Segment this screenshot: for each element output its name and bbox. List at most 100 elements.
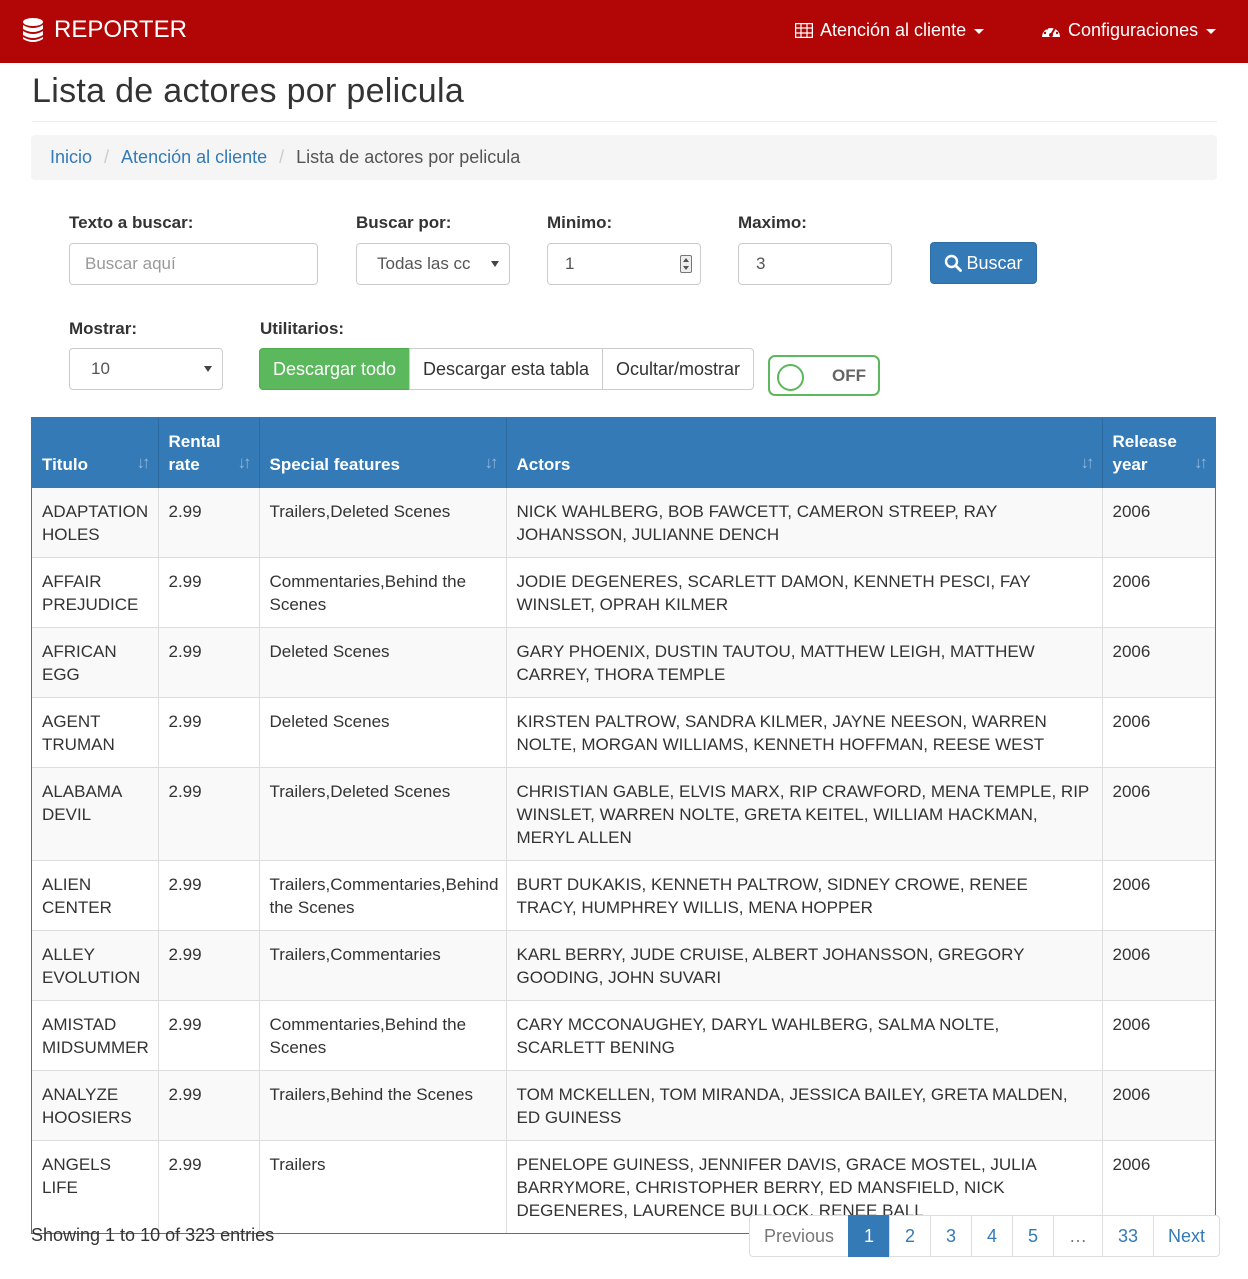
column-header-titulo[interactable]: Titulo ↓↑ [32, 418, 159, 488]
column-header-label: Actors [516, 455, 571, 474]
table-info: Showing 1 to 10 of 323 entries [31, 1225, 275, 1245]
breadcrumb: Inicio / Atención al cliente / Lista de … [31, 135, 1217, 180]
cell-actors: GARY PHOENIX, DUSTIN TAUTOU, MATTHEW LEI… [506, 627, 1103, 698]
max-input[interactable]: 3 [738, 243, 892, 285]
cell-title: ALABAMA DEVIL [32, 767, 159, 861]
cell-rental: 2.99 [158, 488, 260, 558]
search-button[interactable]: Buscar [930, 242, 1037, 284]
cell-title: AGENT TRUMAN [32, 697, 159, 768]
breadcrumb-atencion[interactable]: Atención al cliente [121, 147, 267, 168]
cell-features: Trailers,Behind the Scenes [259, 1070, 507, 1141]
column-header-release-year[interactable]: Release year ↓↑ [1102, 418, 1215, 488]
cell-year: 2006 [1102, 697, 1215, 768]
cell-year: 2006 [1102, 488, 1215, 558]
cell-title: ANALYZE HOOSIERS [32, 1070, 159, 1141]
cell-rental: 2.99 [158, 930, 260, 1001]
database-icon [23, 18, 43, 42]
cell-title: ADAPTATION HOLES [32, 488, 159, 558]
cell-title: ANGELS LIFE [32, 1140, 159, 1233]
pagination-page[interactable]: 4 [971, 1215, 1013, 1257]
nav-menu-atencion[interactable]: Atención al cliente [795, 20, 985, 41]
column-header-rental-rate[interactable]: Rental rate ↓↑ [158, 418, 260, 488]
column-header-label: Titulo [42, 455, 88, 474]
nav-menu-configuraciones-label: Configuraciones [1068, 20, 1199, 40]
cell-features: Commentaries,Behind the Scenes [259, 1000, 507, 1071]
cell-actors: NICK WAHLBERG, BOB FAWCETT, CAMERON STRE… [506, 488, 1103, 558]
breadcrumb-separator: / [279, 147, 285, 167]
cell-title: AFRICAN EGG [32, 627, 159, 698]
cell-actors: KIRSTEN PALTROW, SANDRA KILMER, JAYNE NE… [506, 697, 1103, 768]
toggle-state: OFF [832, 366, 866, 385]
toggle-switch[interactable]: OFF [768, 355, 880, 396]
pagination-page[interactable]: 3 [930, 1215, 972, 1257]
cell-features: Trailers,Commentaries [259, 930, 507, 1001]
download-all-button[interactable]: Descargar todo [259, 348, 410, 390]
cell-features: Trailers,Commentaries,Behind the Scenes [259, 860, 507, 931]
search-by-select[interactable]: Todas las cc [356, 243, 510, 285]
column-header-special-features[interactable]: Special features ↓↑ [259, 418, 507, 488]
cell-features: Trailers [259, 1140, 507, 1233]
search-button-label: Buscar [966, 252, 1023, 273]
pagination: Previous 1 2 3 4 5 … 33 Next [749, 1215, 1220, 1257]
brand-link[interactable]: REPORTER [22, 16, 187, 44]
pagination-page[interactable]: 2 [889, 1215, 931, 1257]
page-size-value: 10 [91, 359, 110, 378]
breadcrumb-current: Lista de actores por pelicula [296, 147, 521, 167]
column-header-label: Release year [1112, 432, 1177, 474]
sort-icon: ↓↑ [1080, 453, 1095, 472]
sort-icon: ↓↑ [237, 453, 252, 472]
cell-features: Deleted Scenes [259, 697, 507, 768]
cell-actors: CHRISTIAN GABLE, ELVIS MARX, RIP CRAWFOR… [506, 767, 1103, 861]
cell-features: Commentaries,Behind the Scenes [259, 557, 507, 628]
utils-label: Utilitarios: [260, 319, 345, 338]
search-icon [945, 254, 963, 272]
pagination-next[interactable]: Next [1153, 1215, 1220, 1257]
spinner-icon[interactable] [680, 255, 692, 273]
table-row: ALIEN CENTER 2.99 Trailers,Commentaries,Be… [32, 860, 1215, 931]
cell-year: 2006 [1102, 627, 1215, 698]
chevron-down-icon [204, 366, 212, 372]
max-label: Maximo: [738, 213, 807, 232]
table-row: ALLEY EVOLUTION 2.99 Trailers,Commentaries… [32, 930, 1215, 1001]
toggle-knob [777, 364, 804, 391]
breadcrumb-inicio[interactable]: Inicio [50, 147, 92, 168]
brand-label: REPORTER [54, 16, 187, 43]
cell-rental: 2.99 [158, 1140, 260, 1233]
sort-icon: ↓↑ [484, 453, 499, 472]
pagination-page[interactable]: 1 [848, 1215, 890, 1257]
page-size-select[interactable]: 10 [69, 348, 223, 390]
cell-year: 2006 [1102, 767, 1215, 861]
data-table: Titulo ↓↑ Rental rate ↓↑ Special features ↓… [31, 417, 1216, 1234]
title-divider [32, 121, 1217, 122]
cell-rental: 2.99 [158, 1070, 260, 1141]
nav-menu-configuraciones[interactable]: Configuraciones [1041, 20, 1217, 41]
download-table-button[interactable]: Descargar esta tabla [409, 348, 603, 390]
pagination-previous[interactable]: Previous [749, 1215, 849, 1257]
cell-features: Trailers,Deleted Scenes [259, 488, 507, 558]
hide-show-button[interactable]: Ocultar/mostrar [602, 348, 754, 390]
column-header-label: Rental rate [168, 432, 221, 474]
nav-menu-atencion-label: Atención al cliente [820, 20, 967, 40]
pagination-ellipsis: … [1053, 1215, 1103, 1257]
search-by-label: Buscar por: [356, 213, 452, 232]
cell-actors: BURT DUKAKIS, KENNETH PALTROW, SIDNEY CR… [506, 860, 1103, 931]
cell-actors: TOM MCKELLEN, TOM MIRANDA, JESSICA BAILE… [506, 1070, 1103, 1141]
pagination-page[interactable]: 5 [1012, 1215, 1054, 1257]
table-row: AFRICAN EGG 2.99 Deleted Scenes GARY PHOENI… [32, 627, 1215, 698]
cell-title: AFFAIR PREJUDICE [32, 557, 159, 628]
search-input[interactable]: Buscar aquí [69, 243, 318, 285]
dashboard-icon [1042, 25, 1060, 37]
search-label: Texto a buscar: [69, 213, 194, 232]
utils-button-group: Descargar todo Descargar esta tabla Ocul… [259, 348, 754, 390]
table-icon [795, 23, 813, 38]
cell-year: 2006 [1102, 1000, 1215, 1071]
min-label: Minimo: [547, 213, 613, 232]
table-row: ANALYZE HOOSIERS 2.99 Trailers,Behind the … [32, 1070, 1215, 1141]
cell-title: ALIEN CENTER [32, 860, 159, 931]
column-header-actors[interactable]: Actors ↓↑ [506, 418, 1103, 488]
navbar: REPORTER Atención al cliente Configuraci… [0, 0, 1248, 63]
pagination-page[interactable]: 33 [1102, 1215, 1154, 1257]
show-label: Mostrar: [69, 319, 138, 338]
min-input[interactable]: 1 [547, 243, 701, 285]
cell-rental: 2.99 [158, 860, 260, 931]
